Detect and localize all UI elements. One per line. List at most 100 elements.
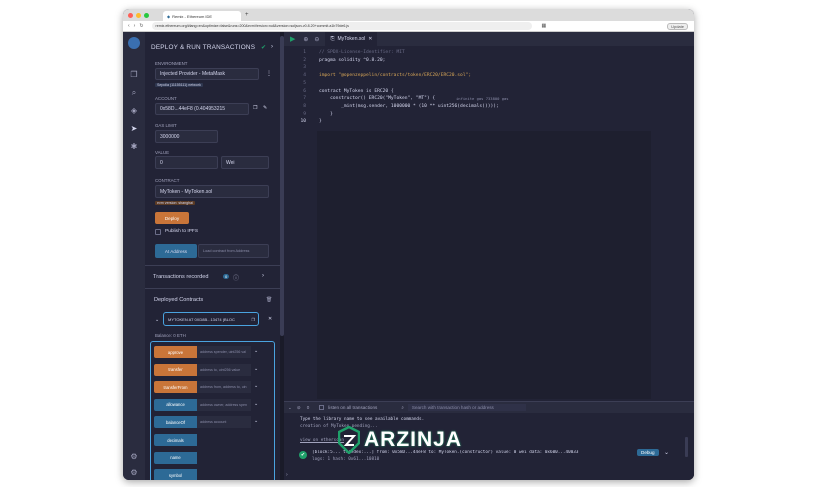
copy-icon[interactable]: ❐ [253,105,257,111]
code-line[interactable]: // SPDX-License-Identifier: MIT [319,50,405,55]
close-icon[interactable]: ✕ [268,316,272,322]
listen-checkbox[interactable] [319,405,325,410]
value-unit-select[interactable]: Wei [221,156,269,169]
remix-logo-icon[interactable] [128,37,140,49]
chevron-down-icon[interactable]: ⌄ [254,383,258,389]
function-button[interactable]: balanceOf [154,416,197,429]
search-icon[interactable]: ⌕ [129,88,139,98]
environment-select[interactable]: Injected Provider - MetaMask [155,68,259,80]
remix-favicon-icon: ◆ [167,13,171,19]
line-number: 6 [303,88,306,94]
new-tab-icon[interactable]: + [245,12,249,18]
function-params-input[interactable]: address account [197,416,251,429]
extensions-icon[interactable]: ▦ [542,23,547,29]
function-row: allowance address owner, address spen ⌄ [154,398,261,411]
ipfs-label: Publish to IPFS [165,229,199,234]
code-line[interactable]: pragma solidity ^0.8.20; [319,58,385,63]
at-address-button[interactable]: At Address [155,244,197,258]
gas-limit-label: GAS LIMIT [155,123,177,128]
chevron-down-icon[interactable]: ⌄ [254,401,258,407]
plugin-manager-icon[interactable]: ⚙ [129,452,139,462]
code-line[interactable]: import "@openzeppelin/contracts/token/ER… [319,73,471,78]
code-line[interactable]: constructor() ERC20("MyToken", "MT") { [319,96,435,101]
evm-badge: evm version: shanghai [155,201,195,205]
run-icon[interactable]: ▶ [290,35,295,43]
value-input[interactable]: 0 [155,156,218,169]
code-line[interactable]: _mint(msg.sender, 1000000 * (10 ** uint2… [319,104,499,109]
line-number: 3 [303,65,306,71]
function-button[interactable]: allowance [154,398,197,411]
deploy-button[interactable]: Deploy [155,212,189,224]
trash-icon[interactable]: 🗑 [266,297,272,303]
browser-window: ◆ Remix - Ethereum IDE + ‹ › ↻ remix.ethere… [123,9,694,480]
chevron-down-icon[interactable]: ⌄ [155,317,159,323]
editor-area: ▶ ⊕ ⊖ ⎘ MyToken.sol ✕ 1 // SPDX-License-Ide… [284,32,694,480]
load-contract-input[interactable]: Load contract from Address [198,244,269,258]
code-line[interactable]: } [319,119,322,124]
chevron-down-icon[interactable]: ⌄ [254,418,258,424]
deployed-contracts-label: Deployed Contracts [154,297,204,303]
solidity-compiler-icon[interactable]: ◈ [129,106,139,116]
function-params-input[interactable]: address spender, uint256 val [197,346,251,358]
chevron-down-icon[interactable]: ⌄ [664,449,669,456]
clear-icon[interactable]: ⊘ [297,405,301,411]
settings-icon[interactable]: ⚙ [129,468,139,478]
debugger-icon[interactable]: ✱ [129,142,139,152]
chevron-right-icon[interactable]: › [271,44,273,50]
url-field[interactable]: remix.ethereum.org/#lang=en&optimize=fal… [151,22,532,30]
line-number: 2 [303,57,306,63]
function-params-input[interactable]: address to, uint256 value [197,363,251,376]
browser-tab[interactable]: ◆ Remix - Ethereum IDE [163,11,241,21]
browser-tab-strip: ◆ Remix - Ethereum IDE + [123,9,694,21]
chevron-down-icon[interactable]: ⌄ [254,348,258,354]
divider [145,265,280,266]
chevron-down-icon[interactable]: ⌄ [288,405,292,411]
watermark-text: ARZINJA [364,428,463,451]
function-button[interactable]: approve [154,346,197,358]
kebab-menu-icon[interactable]: ⋮ [266,70,272,77]
line-number: 7 [303,96,306,102]
debug-button[interactable]: Debug [637,449,659,456]
function-button[interactable]: symbol [154,469,197,480]
tx-logs-line: logs: 1 hash: 0x61...10810 [312,457,380,462]
line-number: 10 [300,119,306,125]
value-label: VALUE [155,150,170,155]
account-select[interactable]: 0x58D...44eF8 (0.404953215 [155,103,249,115]
zoom-out-icon[interactable]: ⊖ [314,36,319,43]
function-params-input[interactable]: address owner, address spen [197,398,251,411]
ipfs-checkbox[interactable] [155,229,161,235]
function-button[interactable]: transferFrom [154,381,197,394]
arzinja-logo-icon [338,426,360,454]
function-row: approve address spender, uint256 val ⌄ [154,346,261,358]
file-tab[interactable]: ⎘ MyToken.sol ✕ [325,32,378,46]
function-params-input[interactable]: address from, address to, uin [197,381,251,394]
reload-icon[interactable]: ↻ [139,23,143,29]
deploy-run-icon[interactable]: ➤ [129,124,139,134]
code-line[interactable]: } [319,112,333,117]
file-explorer-icon[interactable]: ❐ [129,70,139,80]
function-row: decimals [154,434,261,446]
close-icon[interactable]: ✕ [368,36,372,42]
terminal-scrollbar[interactable] [685,437,688,457]
window-controls[interactable] [128,12,149,18]
update-button[interactable]: Update [667,22,688,30]
function-button[interactable]: name [154,451,197,464]
forward-icon[interactable]: › [134,23,136,29]
function-button[interactable]: transfer [154,363,197,376]
back-icon[interactable]: ‹ [128,23,130,29]
chevron-right-icon[interactable]: › [262,273,264,279]
function-button[interactable]: decimals [154,434,197,446]
check-icon: ✔ [261,45,267,51]
editor-canvas[interactable] [317,131,651,399]
chevron-down-icon[interactable]: ⌄ [254,366,258,372]
copy-icon[interactable]: ❐ [251,317,255,322]
zoom-in-icon[interactable]: ⊕ [303,36,308,43]
edit-icon[interactable]: ✎ [263,105,267,111]
terminal-search-input[interactable]: Search with transaction hash or address [407,404,526,411]
search-icon: ⌕ [401,405,404,410]
code-line[interactable]: contract MyToken is ERC20 { [319,89,394,94]
contract-instance-header[interactable]: MYTOKEN AT 0XD8B...13474 (BLOC ❐ [163,312,259,326]
contract-select[interactable]: MyToken - MyToken.sol [155,185,269,198]
transactions-recorded-label[interactable]: Transactions recorded [153,274,208,280]
gas-limit-input[interactable]: 3000000 [155,130,218,143]
